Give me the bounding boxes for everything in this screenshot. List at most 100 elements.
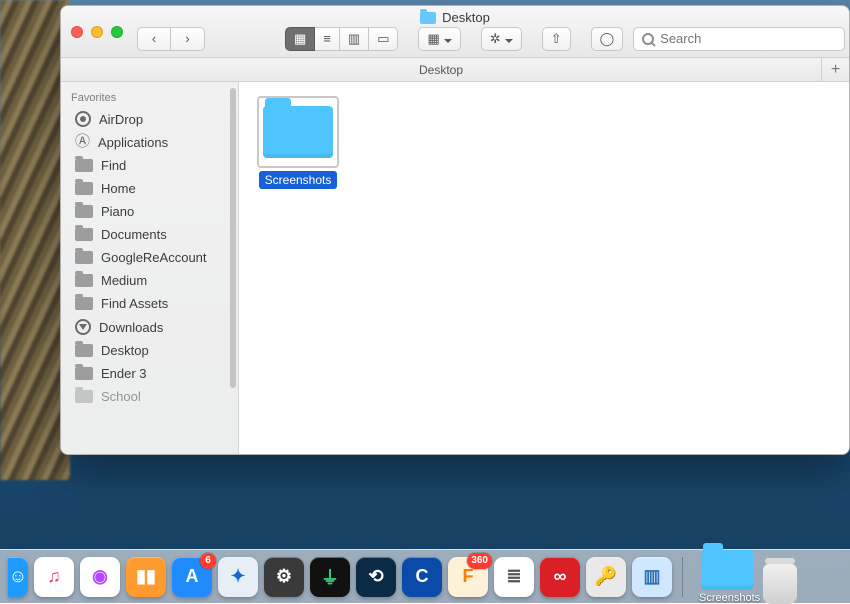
titlebar[interactable]: ‹ › ▦ ≡ ▥ ▭ ▦ ✲ ⇧ ◯ <box>61 6 849 58</box>
badge: 360 <box>467 553 492 569</box>
chevron-left-icon: ‹ <box>152 31 156 46</box>
share-button[interactable]: ⇧ <box>542 27 571 51</box>
dock-trash[interactable] <box>763 564 797 604</box>
sidebar-item-find-assets[interactable]: Find Assets <box>61 292 238 315</box>
dock-app-keychain[interactable]: 🔑 <box>586 557 626 597</box>
file-item-screenshots[interactable]: Screenshots <box>253 96 343 189</box>
dock-app-system-prefs[interactable]: ⚙ <box>264 557 304 597</box>
folder-icon <box>75 274 93 287</box>
back-button[interactable]: ‹ <box>137 27 171 51</box>
sidebar-item-airdrop[interactable]: AirDrop <box>61 107 238 131</box>
podcasts-icon: ◉ <box>92 566 108 587</box>
sidebar-item-medium[interactable]: Medium <box>61 269 238 292</box>
sidebar-item-label: Ender 3 <box>101 366 147 381</box>
sidebar-item-label: Applications <box>98 135 168 150</box>
zoom-button[interactable] <box>111 26 123 38</box>
keychain-icon: 🔑 <box>595 566 617 587</box>
sidebar-item-label: Downloads <box>99 320 163 335</box>
dock-app-cura[interactable]: C <box>402 557 442 597</box>
system-prefs-icon: ⚙ <box>276 566 292 587</box>
sidebar-item-label: Find Assets <box>101 296 168 311</box>
textedit-icon: ≣ <box>506 566 521 587</box>
folder-icon <box>75 344 93 357</box>
sidebar[interactable]: Favorites AirDrop Ⓐ Applications Find Ho… <box>61 82 239 454</box>
action-button[interactable]: ✲ <box>481 27 522 51</box>
sidebar-item-home[interactable]: Home <box>61 177 238 200</box>
finder-icon: ☺ <box>9 566 27 587</box>
dock-app-fusion360[interactable]: F360 <box>448 557 488 597</box>
close-button[interactable] <box>71 26 83 38</box>
badge: 6 <box>200 553 216 569</box>
dock-app-books[interactable]: ▮▮ <box>126 557 166 597</box>
new-tab-button[interactable]: + <box>821 58 849 81</box>
dock-app-activity[interactable]: ⏚ <box>310 557 350 597</box>
dock-folder-screenshots[interactable]: Screenshots <box>699 550 755 604</box>
sidebar-item-label: Find <box>101 158 126 173</box>
dock-app-creative-cloud[interactable]: ∞ <box>540 557 580 597</box>
dock-app-textedit[interactable]: ≣ <box>494 557 534 597</box>
sidebar-item-label: GoogleReAccount <box>101 250 207 265</box>
window-title: Desktop <box>61 10 849 25</box>
sidebar-item-piano[interactable]: Piano <box>61 200 238 223</box>
dock-app-appstore[interactable]: A6 <box>172 557 212 597</box>
sidebar-item-desktop[interactable]: Desktop <box>61 339 238 362</box>
view-mode-group: ▦ ≡ ▥ ▭ <box>285 27 398 51</box>
dock-app-podcasts[interactable]: ◉ <box>80 557 120 597</box>
sidebar-item-label: AirDrop <box>99 112 143 127</box>
sidebar-scrollbar[interactable] <box>230 88 236 388</box>
sidebar-item-school[interactable]: School <box>61 385 238 408</box>
sidebar-item-label: Medium <box>101 273 147 288</box>
folder-icon <box>75 228 93 241</box>
tags-button[interactable]: ◯ <box>591 27 624 51</box>
search-field[interactable] <box>633 27 845 51</box>
sidebar-item-find[interactable]: Find <box>61 154 238 177</box>
file-item-label: Screenshots <box>259 171 338 189</box>
tab-desktop[interactable]: Desktop <box>61 63 821 77</box>
dock-app-itunes[interactable]: ♫ <box>34 557 74 597</box>
selection-highlight <box>257 96 339 168</box>
nav-buttons: ‹ › <box>137 27 205 51</box>
chevron-down-icon <box>505 31 513 46</box>
forward-button[interactable]: › <box>171 27 205 51</box>
dock-app-finder[interactable]: ☺ <box>8 557 28 597</box>
sidebar-item-label: Home <box>101 181 136 196</box>
preview-icon: ▥ <box>643 566 660 587</box>
cura-icon: C <box>416 566 429 587</box>
sidebar-item-applications[interactable]: Ⓐ Applications <box>61 131 238 154</box>
minimize-button[interactable] <box>91 26 103 38</box>
sidebar-section-favorites: Favorites <box>61 88 238 107</box>
view-columns-button[interactable]: ▥ <box>340 27 369 51</box>
sidebar-item-label: Documents <box>101 227 167 242</box>
dock-app-safari[interactable]: ✦ <box>218 557 258 597</box>
folder-icon <box>75 205 93 218</box>
dock-separator <box>682 557 683 597</box>
sidebar-item-label: Desktop <box>101 343 149 358</box>
chevron-down-icon <box>444 31 452 46</box>
dock-app-preview[interactable]: ▥ <box>632 557 672 597</box>
books-icon: ▮▮ <box>136 566 156 587</box>
plus-icon: + <box>831 61 840 79</box>
arrange-button[interactable]: ▦ <box>418 27 460 51</box>
folder-icon <box>75 182 93 195</box>
sidebar-item-documents[interactable]: Documents <box>61 223 238 246</box>
sidebar-item-label: School <box>101 389 141 404</box>
search-input[interactable] <box>660 31 836 46</box>
folder-icon <box>75 367 93 380</box>
share-icon: ⇧ <box>551 31 562 47</box>
columns-icon: ▥ <box>348 31 360 47</box>
folder-icon <box>701 550 753 590</box>
sidebar-item-label: Piano <box>101 204 134 219</box>
view-icons-button[interactable]: ▦ <box>285 27 315 51</box>
applications-icon: Ⓐ <box>75 134 90 149</box>
steam-icon: ⟲ <box>368 566 383 587</box>
sidebar-item-ender3[interactable]: Ender 3 <box>61 362 238 385</box>
sidebar-item-downloads[interactable]: Downloads <box>61 315 238 339</box>
view-list-button[interactable]: ≡ <box>315 27 340 51</box>
dock-app-steam[interactable]: ⟲ <box>356 557 396 597</box>
folder-icon <box>75 251 93 264</box>
window-controls <box>71 26 127 38</box>
content-area[interactable]: Screenshots <box>239 82 849 454</box>
gallery-icon: ▭ <box>377 31 389 47</box>
sidebar-item-googlereaccount[interactable]: GoogleReAccount <box>61 246 238 269</box>
view-gallery-button[interactable]: ▭ <box>369 27 398 51</box>
